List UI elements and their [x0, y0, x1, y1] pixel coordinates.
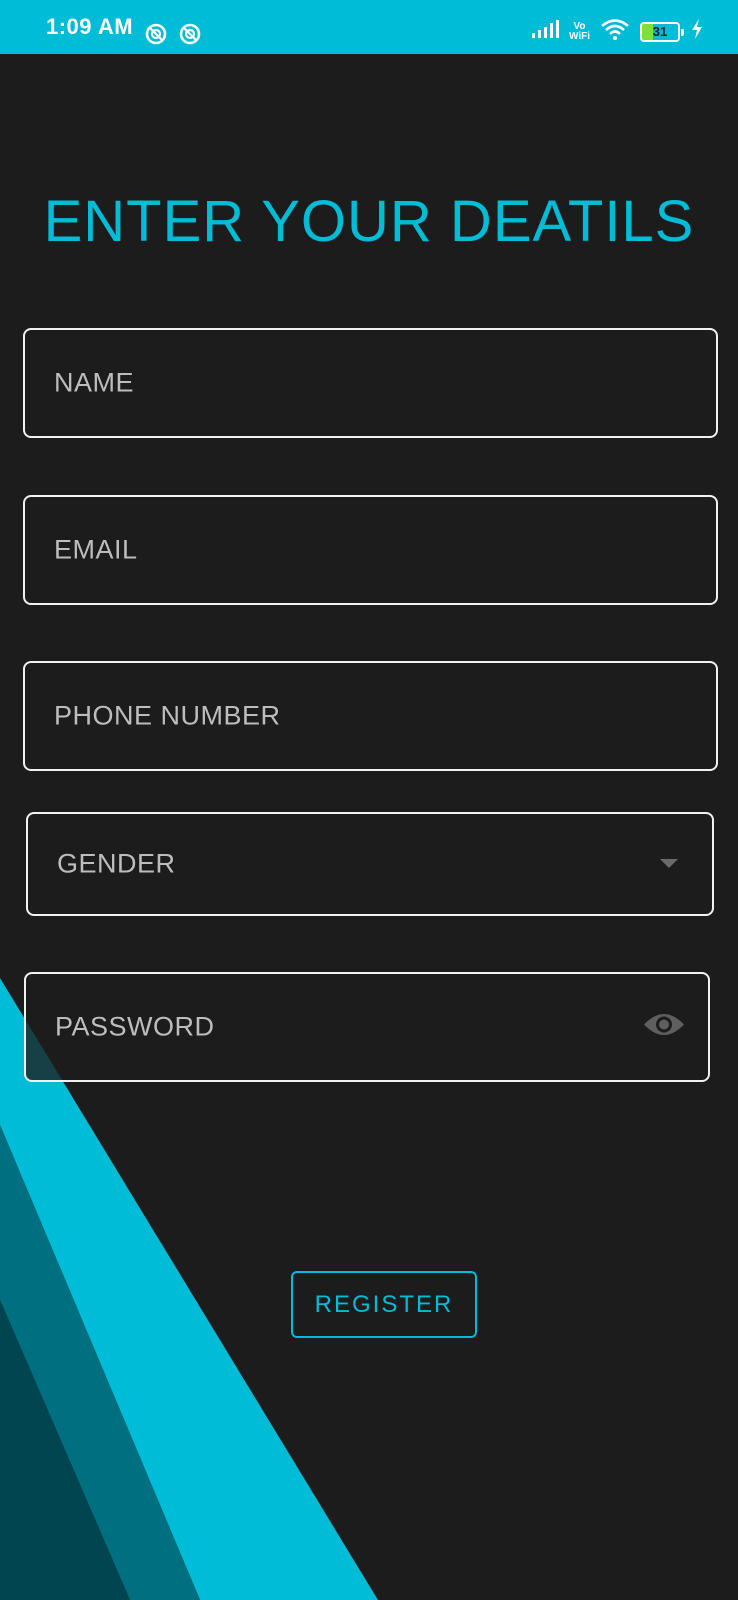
register-button[interactable]: REGISTER	[291, 1271, 477, 1338]
dropdown-arrow-icon	[660, 859, 678, 868]
phone-number-placeholder: PHONE NUMBER	[54, 700, 281, 731]
phone-number-field[interactable]: PHONE NUMBER	[23, 661, 718, 771]
password-placeholder: PASSWORD	[55, 1011, 215, 1042]
gender-placeholder: GENDER	[57, 848, 176, 879]
password-field[interactable]: PASSWORD	[24, 972, 710, 1082]
page-title: ENTER YOUR DEATILS	[43, 189, 695, 254]
eye-icon[interactable]	[642, 1010, 686, 1045]
name-placeholder: NAME	[54, 367, 135, 398]
name-field[interactable]: NAME	[23, 328, 718, 438]
email-field[interactable]: EMAIL	[23, 495, 718, 605]
email-placeholder: EMAIL	[54, 534, 138, 565]
gender-dropdown[interactable]: GENDER	[26, 812, 714, 916]
